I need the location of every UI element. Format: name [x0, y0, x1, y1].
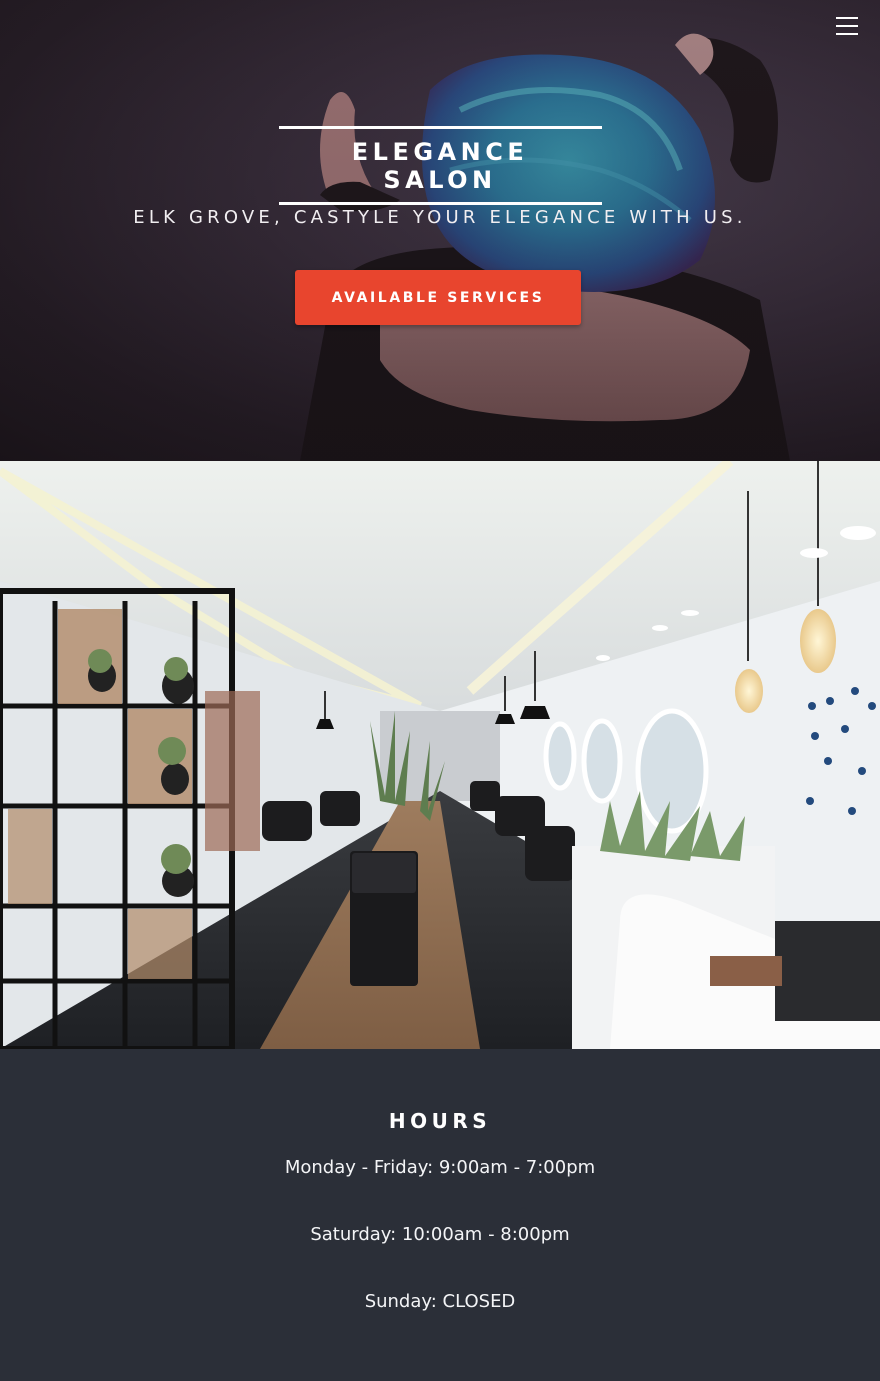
- tagline: ELK GROVE, CASTYLE YOUR ELEGANCE WITH US…: [133, 207, 747, 228]
- hours-section: HOURS Monday - Friday: 9:00am - 7:00pm S…: [0, 1049, 880, 1381]
- hours-saturday: Saturday: 10:00am - 8:00pm: [310, 1224, 570, 1245]
- menu-bar: [836, 17, 858, 19]
- hours-weekday: Monday - Friday: 9:00am - 7:00pm: [284, 1157, 596, 1178]
- menu-bar: [836, 25, 858, 27]
- hours-sunday: Sunday: CLOSED: [364, 1291, 516, 1312]
- hours-title: HOURS: [388, 1109, 492, 1133]
- site-title[interactable]: ELEGANCE SALON: [278, 126, 602, 205]
- hero-overlay: [0, 0, 880, 461]
- salon-interior-image: [0, 461, 880, 1049]
- hamburger-menu-icon[interactable]: [836, 16, 858, 36]
- available-services-button[interactable]: AVAILABLE SERVICES: [295, 270, 581, 325]
- menu-bar: [836, 33, 858, 35]
- brand-wrapper: ELEGANCE SALON: [0, 126, 880, 205]
- hero-section: ELEGANCE SALON ELK GROVE, CASTYLE YOUR E…: [0, 0, 880, 461]
